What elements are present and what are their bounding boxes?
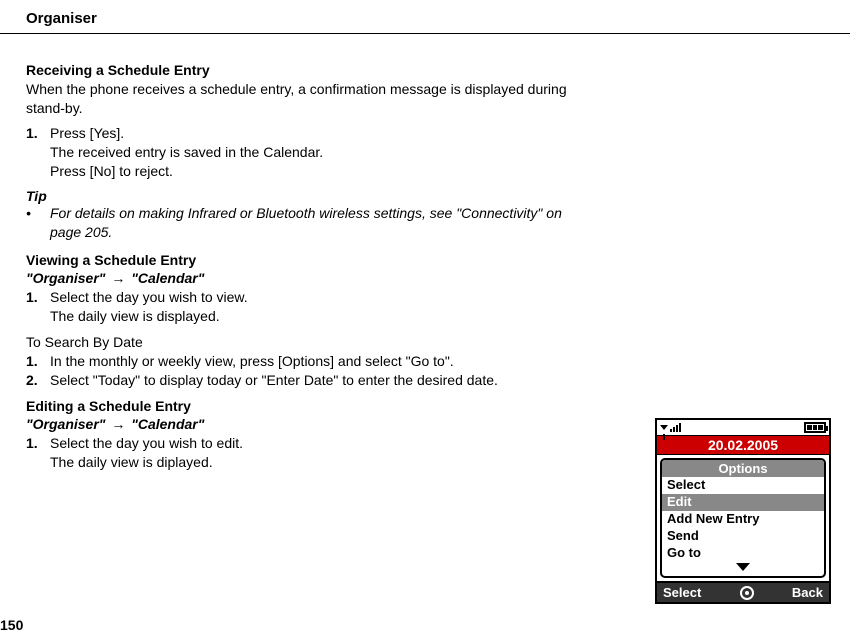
softkey-right[interactable]: Back — [792, 585, 823, 600]
menu-title: Options — [662, 460, 824, 477]
signal-icon — [660, 423, 681, 432]
receiving-steps: 1. Press [Yes]. The received entry is sa… — [26, 124, 610, 181]
list-item: 1. Select the day you wish to edit. — [26, 434, 610, 453]
page-header: Organiser — [0, 0, 850, 34]
receiving-title: Receiving a Schedule Entry — [26, 62, 610, 78]
breadcrumb: "Organiser" → "Calendar" — [26, 416, 610, 432]
step-text: Select the day you wish to view. — [50, 288, 610, 307]
step-text: Select the day you wish to edit. — [50, 434, 610, 453]
step-text: Select "Today" to display today or "Ente… — [50, 371, 610, 390]
screen-date: 20.02.2005 — [655, 436, 831, 454]
arrow-icon: → — [111, 270, 125, 286]
editing-title: Editing a Schedule Entry — [26, 398, 610, 414]
step-text: Press [Yes]. — [50, 124, 610, 143]
menu-area: Options Select Edit Add New Entry Send G… — [655, 454, 831, 583]
step-number: 1. — [26, 352, 50, 371]
step-number: 1. — [26, 434, 50, 453]
list-item: 2. Select "Today" to display today or "E… — [26, 371, 610, 390]
step-sub: Press [No] to reject. — [50, 162, 610, 181]
text: For details on making Infrared or Blueto… — [50, 205, 562, 221]
options-menu: Options Select Edit Add New Entry Send G… — [660, 458, 826, 578]
section-receiving: Receiving a Schedule Entry When the phon… — [26, 62, 610, 180]
bullet: • — [26, 204, 50, 242]
arrow-icon: → — [111, 416, 125, 432]
step-text: In the monthly or weekly view, press [Op… — [50, 352, 610, 371]
nav-center-icon[interactable] — [740, 586, 754, 600]
list-item: 1. Select the day you wish to view. — [26, 288, 610, 307]
step-sub: The daily view is diplayed. — [50, 453, 610, 472]
menu-item-add-new-entry[interactable]: Add New Entry — [662, 511, 824, 528]
viewing-steps: 1. Select the day you wish to view. The … — [26, 288, 610, 326]
search-steps: 1. In the monthly or weekly view, press … — [26, 352, 610, 390]
crumb: "Organiser" — [26, 416, 105, 432]
editing-steps: 1. Select the day you wish to edit. The … — [26, 434, 610, 472]
step-sub: The received entry is saved in the Calen… — [50, 143, 610, 162]
section-viewing: Viewing a Schedule Entry "Organiser" → "… — [26, 252, 610, 326]
search-heading: To Search By Date — [26, 334, 610, 350]
text: page 205. — [50, 224, 112, 240]
tip-label: Tip — [26, 188, 610, 204]
menu-item-go-to[interactable]: Go to — [662, 545, 824, 562]
softkey-left[interactable]: Select — [663, 585, 701, 600]
viewing-title: Viewing a Schedule Entry — [26, 252, 610, 268]
step-number: 2. — [26, 371, 50, 390]
receiving-intro: When the phone receives a schedule entry… — [26, 80, 610, 118]
softkey-bar: Select Back — [655, 583, 831, 604]
battery-icon — [804, 422, 826, 433]
step-sub: The daily view is displayed. — [50, 307, 610, 326]
menu-item-send[interactable]: Send — [662, 528, 824, 545]
page-number: 150 — [0, 617, 23, 633]
breadcrumb: "Organiser" → "Calendar" — [26, 270, 610, 286]
section-editing: Editing a Schedule Entry "Organiser" → "… — [26, 398, 610, 472]
status-bar — [655, 418, 831, 436]
menu-item-edit[interactable]: Edit — [662, 494, 824, 511]
menu-item-select[interactable]: Select — [662, 477, 824, 494]
tip-block: Tip • For details on making Infrared or … — [26, 188, 610, 242]
text: When the phone receives a schedule entry… — [26, 81, 567, 97]
section-search: To Search By Date 1. In the monthly or w… — [26, 334, 610, 390]
crumb: "Organiser" — [26, 270, 105, 286]
crumb: "Calendar" — [131, 416, 204, 432]
menu-scroll-down-icon[interactable] — [662, 561, 824, 576]
text: stand-by. — [26, 100, 83, 116]
step-number: 1. — [26, 124, 50, 143]
list-item: 1. In the monthly or weekly view, press … — [26, 352, 610, 371]
main-content: Receiving a Schedule Entry When the phon… — [0, 34, 620, 490]
crumb: "Calendar" — [131, 270, 204, 286]
tip-body: • For details on making Infrared or Blue… — [26, 204, 610, 242]
list-item: 1. Press [Yes]. — [26, 124, 610, 143]
phone-mockup: 20.02.2005 Options Select Edit Add New E… — [655, 418, 831, 604]
tip-text: For details on making Infrared or Blueto… — [50, 204, 562, 242]
step-number: 1. — [26, 288, 50, 307]
